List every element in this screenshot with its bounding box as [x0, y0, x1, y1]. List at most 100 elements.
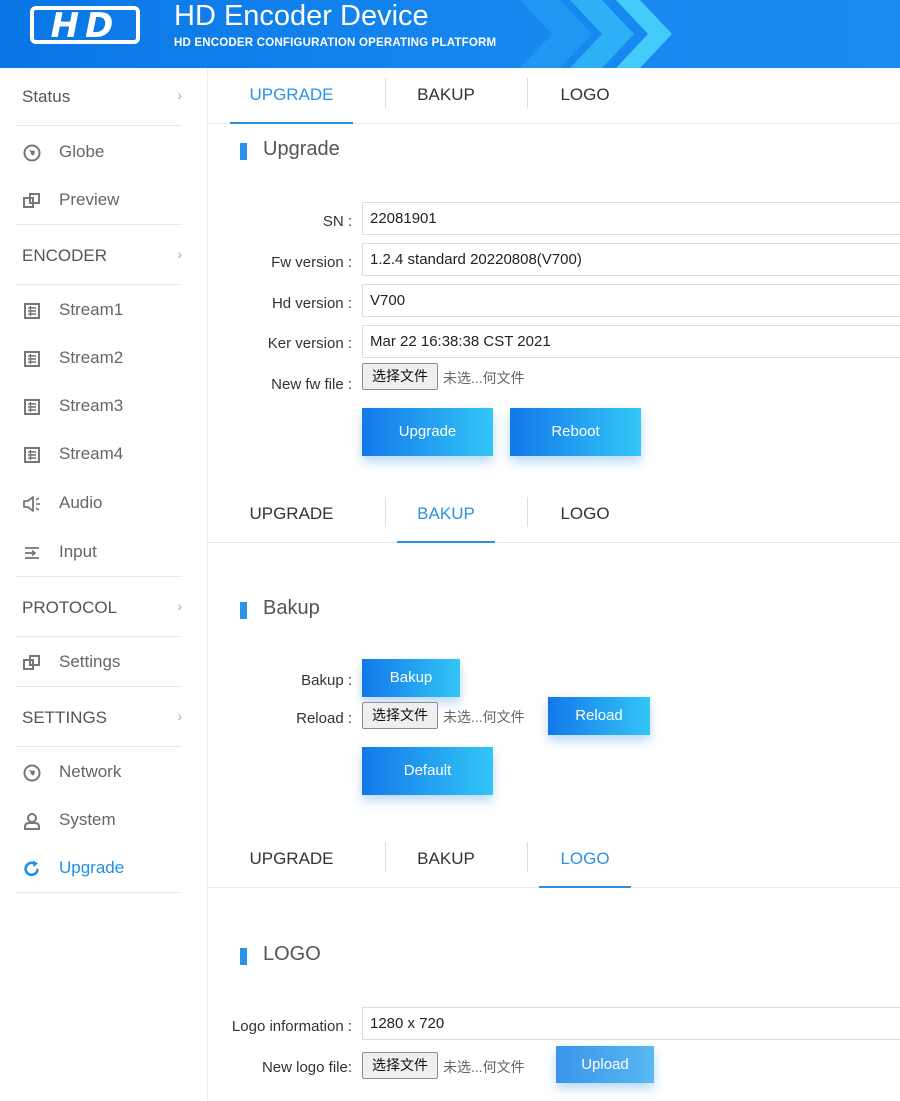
tab-upgrade[interactable]: UPGRADE [230, 68, 353, 124]
title-accent-bar [240, 602, 247, 619]
hd-version-field[interactable]: V700 [362, 284, 900, 317]
sidebar-section-label: ENCODER [22, 246, 108, 265]
tab-bakup[interactable]: BAKUP [397, 68, 495, 124]
new-logo-file-label: New logo file: [261, 1059, 352, 1076]
sidebar-item-stream3[interactable]: Stream3 [16, 383, 182, 431]
reload-file-choose-button[interactable]: 选择文件 [362, 702, 438, 729]
logo-info-label: Logo information : [231, 1018, 352, 1035]
chevron-right-icon: › [177, 708, 182, 724]
tab-divider [527, 78, 528, 108]
ker-version-label: Ker version : [267, 335, 352, 352]
default-button[interactable]: Default [362, 747, 493, 795]
fw-file-status: 未选...何文件 [443, 370, 525, 386]
fw-version-label: Fw version : [271, 254, 352, 271]
section-title-text: LOGO [263, 943, 321, 965]
window-icon [23, 655, 40, 670]
tab-upgrade[interactable]: UPGRADE [230, 487, 353, 543]
grid-icon [24, 447, 40, 463]
globe-icon [23, 764, 41, 782]
sidebar-item-system[interactable]: System [16, 797, 182, 845]
reload-button[interactable]: Reload [548, 697, 650, 735]
tab-logo[interactable]: LOGO [539, 487, 631, 543]
chevron-right-icon: › [177, 598, 182, 614]
hd-version-label: Hd version : [271, 295, 352, 312]
sidebar-item-stream2[interactable]: Stream2 [16, 335, 182, 383]
bakup-label: Bakup : [301, 672, 352, 689]
sidebar-item-audio[interactable]: Audio [16, 480, 182, 528]
reboot-button[interactable]: Reboot [510, 408, 641, 456]
sidebar-section-label: SETTINGS [22, 708, 108, 727]
tab-divider [527, 842, 528, 872]
chevron-right-icon: › [177, 87, 182, 103]
brand-logo-text: HD [50, 6, 120, 46]
tab-logo[interactable]: LOGO [539, 832, 631, 888]
logo-file-choose-button[interactable]: 选择文件 [362, 1052, 438, 1079]
sidebar-item-stream4[interactable]: Stream4 [16, 431, 182, 479]
sidebar-item-globe[interactable]: Globe [16, 129, 182, 177]
logo-file-status: 未选...何文件 [443, 1059, 525, 1075]
sidebar-item-settings[interactable]: Settings [16, 639, 182, 687]
header-chevron-decoration [520, 0, 672, 68]
user-icon [24, 813, 40, 830]
tab-upgrade[interactable]: UPGRADE [230, 832, 353, 888]
globe-icon [23, 144, 41, 162]
section-title-text: Upgrade [263, 138, 340, 160]
tab-bar-bakup: UPGRADE BAKUP LOGO [208, 487, 900, 543]
title-accent-bar [240, 948, 247, 965]
sidebar-item-network[interactable]: Network [16, 749, 182, 797]
sidebar-item-input[interactable]: Input [16, 529, 182, 577]
app-subtitle: HD ENCODER CONFIGURATION OPERATING PLATF… [174, 37, 497, 49]
upgrade-button[interactable]: Upgrade [362, 408, 493, 456]
sn-field[interactable]: 22081901 [362, 202, 900, 235]
tab-divider [385, 78, 386, 108]
sidebar-item-label: Stream2 [59, 348, 124, 367]
reload-label: Reload : [296, 710, 352, 727]
ker-version-field[interactable]: Mar 22 16:38:38 CST 2021 [362, 325, 900, 358]
sidebar-item-label: Network [59, 762, 122, 781]
refresh-icon [24, 860, 39, 877]
sidebar-item-label: Preview [59, 190, 120, 209]
sidebar-section-protocol[interactable]: PROTOCOL › [16, 579, 182, 637]
brand-logo: HD [30, 6, 140, 46]
section-title-text: Bakup [263, 597, 320, 619]
sidebar-item-upgrade[interactable]: Upgrade [16, 845, 182, 893]
tab-divider [385, 497, 386, 527]
sidebar-section-label: PROTOCOL [22, 598, 118, 617]
app-title: HD Encoder Device [174, 0, 429, 32]
input-icon [25, 547, 39, 559]
sidebar-section-settings[interactable]: SETTINGS › [16, 689, 182, 747]
upload-button[interactable]: Upload [556, 1046, 654, 1083]
sidebar-section-status[interactable]: Status › [16, 68, 182, 126]
tab-divider [527, 497, 528, 527]
tab-bakup[interactable]: BAKUP [397, 487, 495, 543]
window-icon [23, 193, 40, 208]
sidebar-item-label: Audio [59, 493, 103, 512]
sidebar-item-label: Input [59, 542, 97, 561]
sidebar: Status › Globe Preview ENCODER › Stream1… [0, 68, 208, 1101]
tab-bakup[interactable]: BAKUP [397, 832, 495, 888]
sidebar-item-stream1[interactable]: Stream1 [16, 287, 182, 335]
grid-icon [24, 399, 40, 415]
fw-file-choose-button[interactable]: 选择文件 [362, 363, 438, 390]
sidebar-item-label: Globe [59, 142, 105, 161]
tab-logo[interactable]: LOGO [539, 68, 631, 124]
tab-bar-upgrade: UPGRADE BAKUP LOGO [208, 68, 900, 124]
sidebar-section-label: Status [22, 87, 71, 106]
grid-icon [24, 303, 40, 319]
logo-info-field[interactable]: 1280 x 720 [362, 1007, 900, 1040]
grid-icon [24, 351, 40, 367]
chevron-right-icon: › [177, 246, 182, 262]
sidebar-item-label: Stream4 [59, 444, 124, 463]
sidebar-item-label: Stream3 [59, 396, 124, 415]
title-accent-bar [240, 143, 247, 160]
tab-bar-logo: UPGRADE BAKUP LOGO [208, 832, 900, 888]
sidebar-item-label: System [59, 810, 116, 829]
sidebar-item-preview[interactable]: Preview [16, 177, 182, 225]
bakup-button[interactable]: Bakup [362, 659, 460, 697]
sidebar-section-encoder[interactable]: ENCODER › [16, 227, 182, 285]
fw-version-field[interactable]: 1.2.4 standard 20220808(V700) [362, 243, 900, 276]
reload-file-status: 未选...何文件 [443, 709, 525, 725]
speaker-icon [23, 496, 40, 512]
new-fw-file-label: New fw file : [271, 376, 352, 393]
sidebar-item-label: Upgrade [59, 858, 125, 877]
